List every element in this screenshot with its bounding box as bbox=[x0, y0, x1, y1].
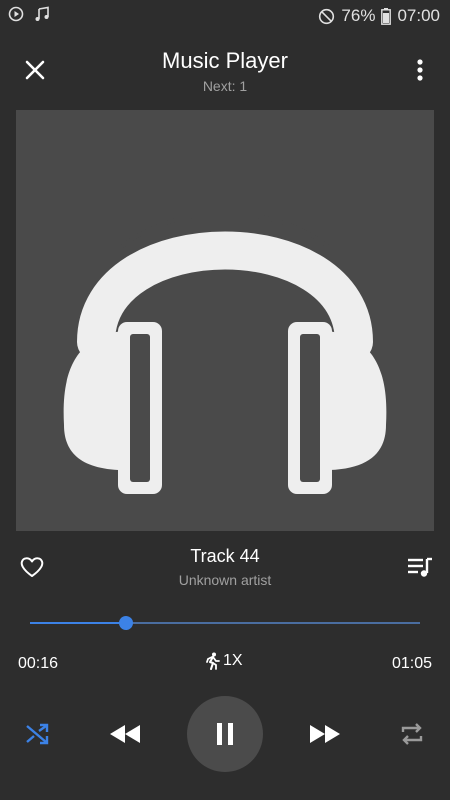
repeat-icon bbox=[398, 720, 426, 748]
current-time: 00:16 bbox=[18, 655, 59, 672]
fast-forward-button[interactable] bbox=[308, 722, 342, 746]
seek-bar[interactable] bbox=[30, 614, 420, 632]
shuffle-icon bbox=[24, 721, 52, 747]
rewind-icon bbox=[108, 722, 142, 746]
more-vert-icon bbox=[405, 55, 435, 85]
battery-icon bbox=[381, 7, 392, 25]
playlist-button[interactable] bbox=[405, 553, 435, 581]
rewind-button[interactable] bbox=[108, 722, 142, 746]
playback-speed-button[interactable]: 1X bbox=[205, 652, 243, 670]
queue-music-icon bbox=[405, 553, 435, 581]
fast-forward-icon bbox=[308, 722, 342, 746]
seek-thumb[interactable] bbox=[118, 616, 133, 630]
headphones-icon bbox=[16, 110, 434, 531]
pause-button[interactable] bbox=[187, 696, 263, 772]
clock: 07:00 bbox=[397, 6, 440, 25]
playback-speed-label: 1X bbox=[223, 652, 243, 669]
do-not-disturb-icon bbox=[318, 8, 335, 25]
walking-icon bbox=[205, 652, 221, 670]
status-bar-left bbox=[8, 6, 50, 22]
status-bar-right: 76% 07:00 bbox=[318, 6, 440, 26]
media-play-icon bbox=[8, 6, 24, 22]
page-title: Music Player bbox=[162, 48, 288, 73]
repeat-button[interactable] bbox=[398, 720, 426, 748]
more-options-button[interactable] bbox=[405, 55, 435, 85]
music-note-icon bbox=[34, 6, 50, 22]
status-bar: 76% 07:00 bbox=[0, 0, 450, 32]
seek-progress bbox=[30, 622, 126, 624]
total-time: 01:05 bbox=[391, 655, 432, 672]
track-artist: Unknown artist bbox=[178, 572, 272, 588]
album-art bbox=[16, 110, 434, 531]
pause-icon bbox=[215, 722, 235, 746]
shuffle-button[interactable] bbox=[24, 721, 52, 747]
next-up-label: Next: 1 bbox=[202, 78, 248, 94]
battery-percent: 76% bbox=[341, 6, 376, 25]
track-title: Track 44 bbox=[190, 546, 260, 566]
